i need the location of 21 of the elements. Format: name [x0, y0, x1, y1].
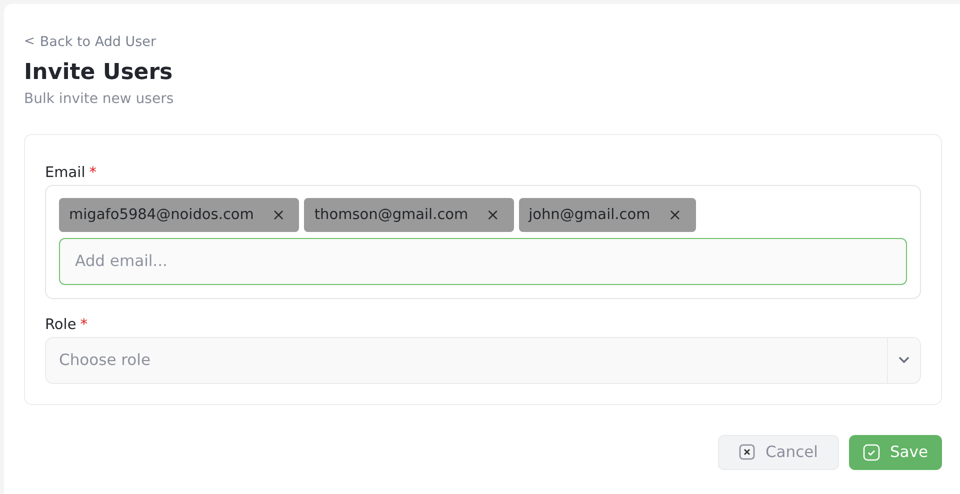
page-subtitle: Bulk invite new users — [24, 90, 175, 106]
role-select[interactable]: Choose role — [45, 336, 921, 384]
required-mark: * — [80, 316, 88, 332]
remove-button[interactable]: × — [486, 205, 500, 224]
tag-label: john@gmail.com — [528, 206, 650, 222]
email-input[interactable]: Add email... — [59, 238, 907, 284]
chevron-down-icon — [898, 356, 910, 364]
tag-label: thomson@gmail.com — [314, 206, 468, 222]
remove-button[interactable]: × — [668, 205, 682, 224]
remove-button[interactable]: × — [272, 205, 286, 224]
page-title: Invite Users — [24, 60, 174, 84]
save-button[interactable]: Save — [848, 434, 942, 470]
cancel-button[interactable]: Cancel — [718, 434, 839, 470]
tag-label: migafo5984@noidos.com — [69, 206, 254, 222]
field-label: Role — [45, 316, 76, 332]
close-icon — [739, 444, 756, 460]
required-mark: * — [89, 164, 96, 180]
field-label: Email — [45, 164, 86, 180]
check-icon — [862, 444, 880, 460]
back-link[interactable]: < Back to Add User — [24, 34, 156, 50]
email-tags-field[interactable]: migafo5984@noidos.com × thomson@gmail.com × john@gmail.com × Add email... — [45, 184, 921, 298]
